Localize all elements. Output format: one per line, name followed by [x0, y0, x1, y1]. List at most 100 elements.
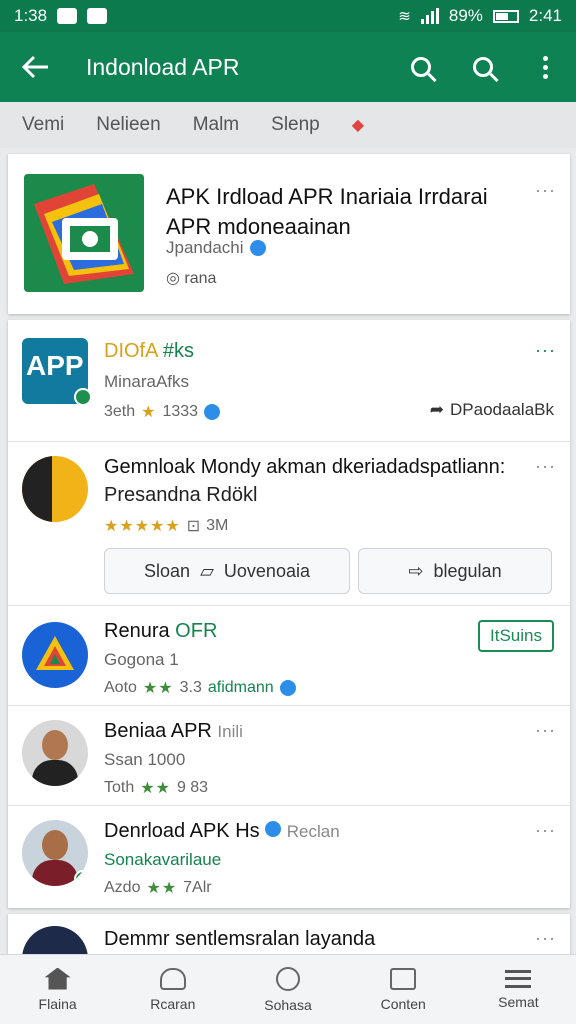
share-button[interactable]: ⇨ blegulan: [358, 548, 552, 594]
app-subtitle: sentlemsralan layanda: [175, 928, 376, 950]
install-button[interactable]: ItSuins: [478, 620, 554, 652]
verified-icon: [279, 680, 296, 696]
tab-extra-icon[interactable]: ◆: [352, 115, 364, 135]
list-item[interactable]: APP DIOfA #ks MinaraAfks 3eth ★ 1333 ···…: [8, 320, 570, 442]
avatar: [22, 820, 88, 886]
app-meta: 3eth ★ 1333: [104, 402, 221, 422]
meta-prefix: Toth: [104, 779, 135, 796]
category-tabs: Vemi Nelieen Malm Slenp ◆: [0, 102, 576, 148]
featured-app-developer-row: Jpandachi: [166, 238, 266, 258]
nav-label: Rcaran: [150, 995, 196, 1012]
battery-icon: [492, 9, 519, 23]
library-icon: [390, 967, 417, 990]
nav-item-explore[interactable]: Sohasa: [230, 955, 345, 1024]
info-icon: ◎: [166, 270, 180, 287]
app-title-row: Demmr sentlemsralan layanda: [104, 928, 375, 951]
avatar: [22, 720, 88, 786]
verified-icon: [265, 821, 282, 837]
nav-item-notifications[interactable]: Rcaran: [115, 955, 230, 1024]
nav-item-home[interactable]: Flaina: [0, 955, 115, 1024]
featured-app-meta: ◎ rana: [166, 268, 216, 288]
primary-button-label: Uovenoaia: [223, 560, 310, 581]
featured-app-card[interactable]: APK Irdload APR Inariaia Irrdarai APR md…: [8, 154, 570, 314]
secondary-action-button[interactable]: Sloan ▱ Uovenoaia: [104, 548, 350, 594]
app-icon: [22, 456, 88, 522]
app-subtitle: Gogona 1: [104, 650, 179, 669]
tab-nelieen[interactable]: Nelieen: [96, 114, 160, 136]
list-item[interactable]: Beniaa APR Inili Ssan 1000 Toth ★★ 9 83 …: [8, 706, 570, 806]
overflow-menu-icon[interactable]: [514, 32, 576, 102]
rating-stars: ★★: [142, 680, 174, 697]
list-item[interactable]: Denrload APK Hs Reclan Sonakavarilaue Az…: [8, 806, 570, 908]
app-icon: [24, 174, 144, 292]
more-options-icon[interactable]: ···: [535, 720, 556, 741]
chat-icon: ▱: [200, 560, 214, 581]
more-options-icon[interactable]: ···: [535, 180, 556, 201]
nav-item-menu[interactable]: Semat: [461, 955, 576, 1024]
app-title-row: Beniaa APR Inili: [104, 720, 243, 743]
rating-value: 9 83: [176, 779, 209, 796]
app-subtitle: MinaraAfks: [104, 372, 190, 391]
nav-label: Conten: [380, 995, 426, 1012]
signal-icon: [420, 8, 439, 24]
list-item[interactable]: Gemnloak Mondy akman dkeriadadspatliann:…: [8, 442, 570, 606]
search-icon[interactable]: [452, 32, 514, 102]
list-item[interactable]: Renura OFR Gogona 1 Aoto ★★ 3.3 afidmann…: [8, 606, 570, 706]
compass-icon: [276, 966, 300, 991]
notification-icon: [87, 8, 108, 24]
app-title-tag: #ks: [162, 340, 195, 362]
more-options-icon[interactable]: ···: [535, 928, 556, 949]
app-title: Demmr: [104, 928, 170, 950]
app-meta: Aoto ★★ 3.3 afidmann: [104, 678, 296, 698]
share-label: DPaodaalaBk: [450, 400, 554, 419]
tab-malm[interactable]: Malm: [193, 114, 239, 136]
tab-slenp[interactable]: Slenp: [271, 114, 320, 136]
app-title: DIOfA: [104, 340, 158, 362]
rating-stars: ★★: [146, 880, 178, 897]
app-subtitle: Presandna Rdökl: [104, 484, 258, 506]
meta-prefix: 3eth: [104, 403, 136, 420]
wifi-icon: ≋: [398, 8, 411, 25]
more-options-icon[interactable]: ···: [535, 820, 556, 841]
app-icon: [22, 622, 88, 688]
star-icon: ★: [141, 404, 157, 421]
rating-stars: ★★: [140, 780, 171, 797]
verified-icon: [204, 404, 221, 420]
nav-item-content[interactable]: Conten: [346, 955, 461, 1024]
download-count: 3M: [206, 517, 229, 534]
home-icon: [44, 967, 71, 990]
meta-prefix: Aoto: [104, 679, 137, 696]
tab-vemi[interactable]: Vemi: [22, 114, 64, 136]
rating-value: 7Alr: [183, 879, 212, 896]
app-title: Gemnloak Mondy akman dkeriadadspatliann:: [104, 456, 506, 478]
app-title-tag: Reclan: [286, 822, 340, 841]
app-subtitle: Sonakavarilaue: [104, 850, 222, 869]
rating-stars: ★★★★★: [104, 518, 181, 535]
status-bar: 1:38 ≋ 89% 2:41: [0, 0, 576, 32]
share-row[interactable]: ➦ DPaodaalaBk: [430, 400, 554, 420]
more-options-icon[interactable]: ···: [535, 340, 556, 361]
status-time-left: 1:38: [14, 6, 48, 25]
app-bar-title: Indonload APR: [86, 53, 240, 80]
share-icon: ➦: [429, 400, 445, 419]
nav-label: Semat: [498, 993, 539, 1010]
developer-name: Jpandachi: [166, 238, 244, 257]
app-title-row: DIOfA #ks: [104, 340, 194, 363]
featured-meta-text: rana: [184, 270, 217, 287]
installed-badge-icon: [74, 870, 88, 886]
app-title-row: Denrload APK Hs Reclan: [104, 820, 340, 843]
back-arrow-icon[interactable]: [0, 32, 72, 102]
more-options-icon[interactable]: ···: [535, 456, 556, 477]
app-title: Renura: [104, 620, 170, 642]
meta-prefix: Azdo: [104, 879, 141, 896]
app-title: Beniaa APR: [104, 720, 212, 742]
search-icon[interactable]: [390, 32, 452, 102]
rating-value: 1333: [162, 403, 199, 420]
verified-icon: [249, 240, 266, 256]
notification-icon: [57, 8, 78, 24]
nav-label: Sohasa: [264, 996, 312, 1013]
bell-icon: [159, 967, 186, 990]
secondary-button-label: Sloan: [144, 560, 191, 581]
app-meta: Azdo ★★ 7Alr: [104, 878, 212, 898]
app-list: APP DIOfA #ks MinaraAfks 3eth ★ 1333 ···…: [8, 320, 570, 908]
